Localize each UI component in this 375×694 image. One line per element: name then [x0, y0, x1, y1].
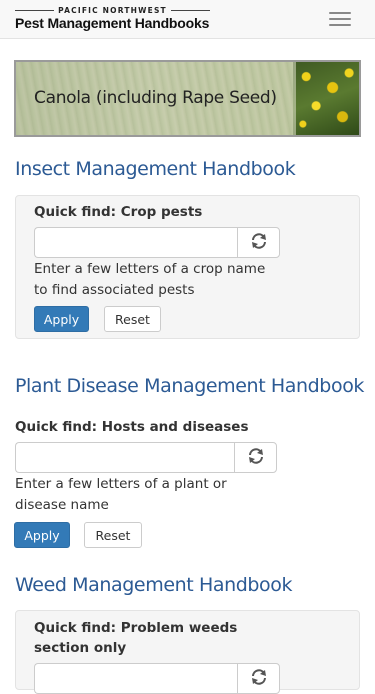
site-header: PACIFIC NORTHWEST Pest Management Handbo… [0, 0, 375, 39]
refresh-icon [247, 448, 265, 467]
refresh-icon [250, 669, 268, 688]
weed-handbook-title[interactable]: Weed Management Handbook [15, 574, 293, 596]
weed-search-group [34, 663, 280, 694]
crop-banner: Canola (including Rape Seed) [14, 60, 361, 137]
weed-search-input[interactable] [34, 663, 237, 694]
logo-title: Pest Management Handbooks [15, 15, 210, 31]
disease-reset-button[interactable]: Reset [84, 522, 142, 548]
insect-handbook-title[interactable]: Insect Management Handbook [15, 158, 296, 180]
weed-quick-find-label: Quick find: Problem weeds section only [34, 620, 238, 656]
refresh-icon [250, 233, 268, 252]
insect-quick-find-panel: Quick find: Crop pests Enter a few lette… [15, 195, 360, 339]
insect-search-group [34, 227, 280, 258]
insect-apply-button[interactable]: Apply [34, 306, 89, 332]
weed-refresh-button[interactable] [237, 663, 280, 694]
canola-flowers-image [293, 62, 359, 135]
insect-reset-button[interactable]: Reset [104, 306, 161, 332]
disease-search-group [15, 442, 277, 473]
disease-handbook-title[interactable]: Plant Disease Management Handbook [15, 375, 364, 397]
disease-apply-button[interactable]: Apply [14, 522, 70, 548]
weed-quick-find-panel: Quick find: Problem weeds section only [15, 610, 360, 694]
logo-subtitle: PACIFIC NORTHWEST [58, 5, 167, 15]
insect-refresh-button[interactable] [237, 227, 280, 258]
insect-help-text: Enter a few letters of a crop name to fi… [34, 261, 266, 298]
crop-title: Canola (including Rape Seed) [34, 88, 277, 108]
disease-quick-find-label: Quick find: Hosts and diseases [15, 419, 249, 435]
hamburger-menu-icon[interactable] [322, 7, 358, 31]
plant-disease-search-input[interactable] [15, 442, 234, 473]
insect-quick-find-label: Quick find: Crop pests [34, 204, 203, 220]
logo-top-line: PACIFIC NORTHWEST [15, 5, 211, 15]
disease-help-text: Enter a few letters of a plant or diseas… [15, 476, 227, 513]
crop-search-input[interactable] [34, 227, 237, 258]
site-logo[interactable]: PACIFIC NORTHWEST Pest Management Handbo… [15, 5, 211, 33]
disease-refresh-button[interactable] [234, 442, 277, 473]
